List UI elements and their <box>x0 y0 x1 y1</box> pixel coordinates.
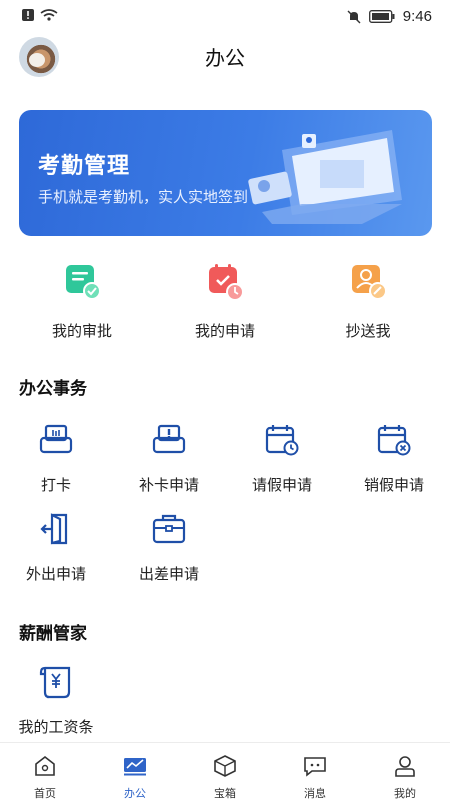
grid-item-go-out[interactable]: 外出申请 <box>0 511 112 584</box>
grid-item-business-trip[interactable]: 出差申请 <box>113 511 225 584</box>
nav-item-home[interactable]: 首页 <box>0 755 90 800</box>
grid-label: 出差申请 <box>138 565 199 583</box>
payslip-icon <box>39 666 71 699</box>
alert-icon <box>22 9 34 21</box>
banner-title: 考勤管理 <box>38 154 131 179</box>
message-icon <box>304 757 326 777</box>
grid-item-cancel-leave[interactable]: 销假申请 <box>338 422 450 495</box>
wifi-icon <box>40 9 58 21</box>
cc-me-icon <box>352 265 387 300</box>
quick-item-cc-me[interactable]: 抄送我 <box>313 262 423 341</box>
nav-label: 消息 <box>304 787 326 800</box>
profile-icon <box>395 756 415 777</box>
banner-subtitle: 手机就是考勤机，实人实地签到 <box>38 188 249 206</box>
status-left <box>22 9 58 21</box>
grid-label: 外出申请 <box>25 565 86 583</box>
status-bar: 9:46 <box>0 0 450 32</box>
section-title-salary: 薪酬管家 <box>19 624 87 644</box>
home-icon <box>35 755 55 776</box>
application-icon <box>209 264 244 301</box>
mute-icon <box>347 10 361 23</box>
section-title-office-affairs: 办公事务 <box>19 379 87 399</box>
grid-label: 补卡申请 <box>138 476 199 494</box>
battery-icon <box>368 10 395 23</box>
cancel-leave-icon <box>377 425 411 456</box>
nav-label: 宝箱 <box>214 787 236 800</box>
status-time: 9:46 <box>402 8 432 25</box>
quick-item-my-approval[interactable]: 我的审批 <box>27 262 137 341</box>
nav-label: 我的 <box>394 787 416 800</box>
quick-label: 我的审批 <box>51 322 112 340</box>
page-title: 办公 <box>205 46 245 70</box>
nav-item-office[interactable]: 办公 <box>90 755 180 800</box>
grid-item-leave-request[interactable]: 请假申请 <box>226 422 338 495</box>
quick-label: 抄送我 <box>345 322 391 340</box>
grid-item-makeup-clock[interactable]: 补卡申请 <box>113 422 225 495</box>
nav-item-treasure-box[interactable]: 宝箱 <box>180 755 270 800</box>
nav-label: 办公 <box>124 787 146 800</box>
leave-request-icon <box>265 425 299 456</box>
grid-item-clock-in[interactable]: 打卡 <box>0 422 112 495</box>
business-trip-icon <box>152 514 186 544</box>
office-icon <box>124 758 146 776</box>
nav-item-messages[interactable]: 消息 <box>270 755 360 800</box>
grid-label: 我的工资条 <box>18 718 94 736</box>
treasure-box-icon <box>214 755 236 777</box>
app-header: 办公 <box>0 32 450 78</box>
makeup-clock-icon <box>152 424 186 454</box>
grid-label: 销假申请 <box>363 476 424 494</box>
clock-in-icon <box>39 424 73 454</box>
bottom-nav: 首页 办公 宝箱 消息 我的 <box>0 742 450 800</box>
quick-label: 我的申请 <box>194 322 255 340</box>
grid-label: 打卡 <box>40 476 71 494</box>
attendance-banner[interactable]: 考勤管理 手机就是考勤机，实人实地签到 <box>19 110 432 236</box>
approval-icon <box>66 265 101 300</box>
quick-actions: 我的审批 我的申请 抄送我 <box>0 262 450 340</box>
laptop-illustration-icon <box>248 130 402 224</box>
go-out-icon <box>40 513 68 545</box>
status-right: 9:46 <box>347 8 432 25</box>
quick-item-my-application[interactable]: 我的申请 <box>170 262 280 341</box>
grid-label: 请假申请 <box>251 476 312 494</box>
nav-label: 首页 <box>34 787 56 800</box>
grid-item-payslip[interactable]: 我的工资条 <box>0 664 112 737</box>
nav-item-profile[interactable]: 我的 <box>360 755 450 800</box>
